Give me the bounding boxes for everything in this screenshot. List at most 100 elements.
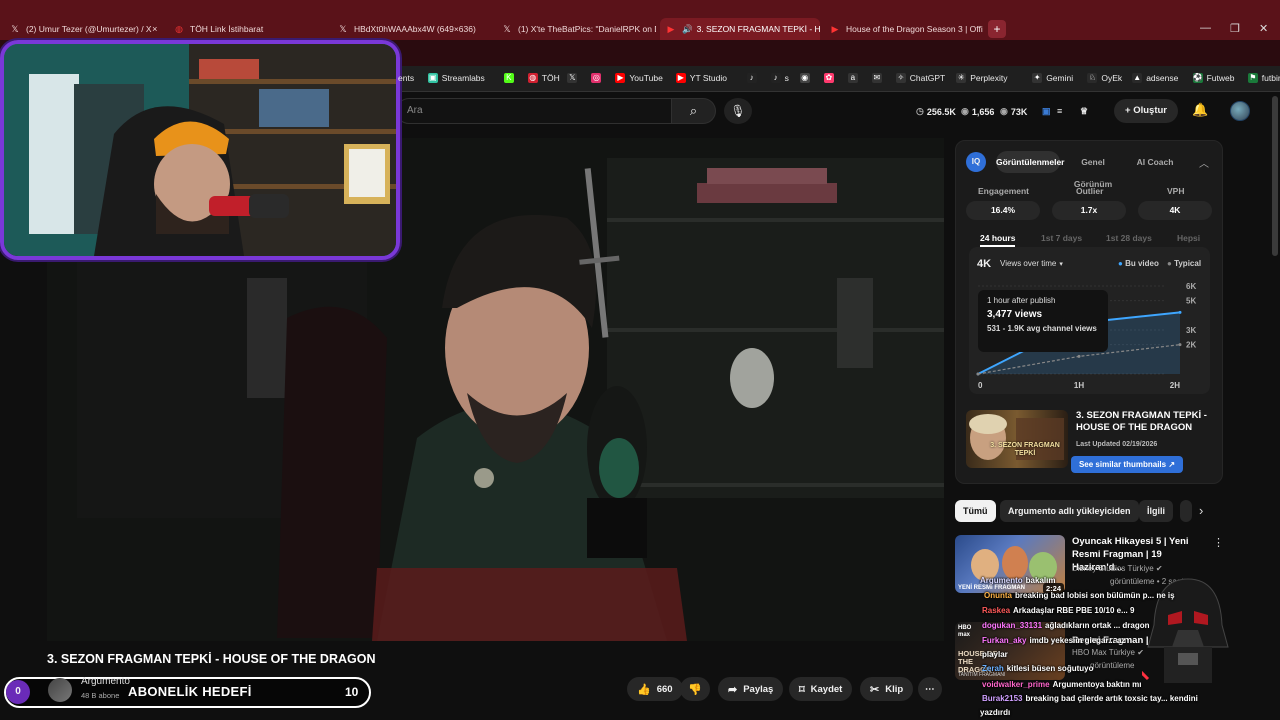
bookmark-item[interactable]: ⚽ Futweb xyxy=(1192,73,1234,83)
thumbs-up-icon: 👍 xyxy=(637,683,651,696)
thumbs-down-icon: 👎 xyxy=(688,683,702,696)
minimize-icon[interactable]: — xyxy=(1200,22,1211,34)
metric-label: Outlier xyxy=(1076,186,1104,196)
bookmark-item[interactable]: ▶ YouTube xyxy=(615,73,663,83)
tooltip-avg: 531 - 1.9K avg channel views xyxy=(987,324,1097,333)
chip-related[interactable]: İlgili xyxy=(1139,500,1173,522)
clip-button[interactable]: ✂ Klip xyxy=(860,677,914,701)
bookmark-item[interactable]: ▲ adsense xyxy=(1132,73,1178,83)
bookmark-item[interactable]: ◍ TÖH xyxy=(527,73,560,83)
goal-end-value: 10 xyxy=(345,685,359,699)
bookmark-item[interactable]: ✳ Perplexity xyxy=(956,73,1008,83)
time-tab-24h[interactable]: 24 hours xyxy=(980,233,1016,247)
browser-tab[interactable]: ▶ House of the Dragon Season 3 | Offi xyxy=(824,18,984,40)
tab-views[interactable]: Görüntülenmeler xyxy=(996,151,1064,173)
chat-message: Onunta breaking bad lobisi son bülümün p.… xyxy=(984,591,1175,600)
time-tab-7d[interactable]: 1st 7 days xyxy=(1041,233,1082,243)
video-thumbnail[interactable]: 3. SEZON FRAGMAN TEPKİ xyxy=(966,410,1068,468)
chart-y-tick-label: 2K xyxy=(1186,341,1196,350)
x-logo-icon: 𝕏 xyxy=(11,24,19,34)
share-button[interactable]: ➦ Paylaş xyxy=(718,677,784,701)
chart-point xyxy=(976,372,980,376)
hbo-max-badge: HBO max xyxy=(958,625,972,638)
list-icon[interactable]: ≡ xyxy=(1057,106,1062,116)
browser-tab[interactable]: ◍ TÖH Link İstihbarat xyxy=(168,18,328,40)
new-tab-button[interactable]: + xyxy=(988,20,1006,38)
tab-overview[interactable]: Genel Görünüm xyxy=(1061,151,1125,189)
dislike-button[interactable]: 👎 xyxy=(680,677,710,701)
trophy-icon[interactable]: ♕ xyxy=(1080,106,1088,117)
collapse-icon[interactable]: ︿ xyxy=(1199,155,1209,170)
bookmark-favicon-icon: ✳ xyxy=(956,73,967,83)
chip-from-uploader[interactable]: Argumento adlı yükleyiciden xyxy=(1000,500,1139,522)
bookmark-icon: ⌑ xyxy=(799,683,805,696)
bookmark-item[interactable]: ♪ s xyxy=(770,73,789,83)
page-scrollbar[interactable] xyxy=(1272,96,1278,256)
chip-all[interactable]: Tümü xyxy=(955,500,996,522)
browser-tab-active[interactable]: ▶ 🔊 3. SEZON FRAGMAN TEPKİ - H × xyxy=(660,18,820,40)
toh-icon: ◍ xyxy=(175,24,183,34)
browser-tab[interactable]: 𝕏 (2) Umur Tezer (@Umurtezer) / X × xyxy=(4,18,164,40)
tooltip-time: 1 hour after publish xyxy=(987,296,1056,305)
share-arrow-icon: ➦ xyxy=(728,683,738,696)
see-similar-thumbnails-button[interactable]: See similar thumbnails ↗ xyxy=(1071,456,1183,473)
bookmark-item[interactable]: ⚑futbin xyxy=(1247,73,1280,83)
bookmark-item[interactable]: ents xyxy=(398,73,414,83)
browser-tab[interactable]: 𝕏 HBdXt0hWAAAbx4W (649×636) xyxy=(332,18,492,40)
bookmark-favicon-icon: ▶ xyxy=(675,73,686,83)
chart-range-dropdown[interactable]: Views over time ▾ xyxy=(1000,259,1063,268)
notifications-icon[interactable]: 🔔 xyxy=(1192,102,1208,118)
recommendation-channel[interactable]: Disney Studios Türkiye ✔ xyxy=(1072,564,1163,573)
more-vertical-icon[interactable]: ⋮ xyxy=(1213,536,1224,549)
bookmark-favicon-icon: ⚽ xyxy=(1192,73,1203,83)
search-input[interactable]: Ara xyxy=(396,98,672,124)
chart-x-tick-label: 0 xyxy=(978,381,983,388)
bookmark-item[interactable]: ♘ OyEk xyxy=(1087,73,1122,83)
vidiq-icon[interactable]: ▣ xyxy=(1042,106,1051,117)
bookmark-favicon-icon: ◎ xyxy=(591,73,602,83)
bookmark-item[interactable]: 𝕏 xyxy=(567,73,581,83)
close-window-icon[interactable]: ✕ xyxy=(1259,22,1268,35)
chevron-right-icon[interactable]: › xyxy=(1199,503,1203,518)
create-button[interactable]: + Oluştur xyxy=(1114,99,1178,123)
bookmark-item[interactable]: a xyxy=(847,73,862,83)
bookmark-item[interactable]: ♪ xyxy=(746,73,761,83)
bookmark-item[interactable]: ✉ xyxy=(871,73,886,83)
bookmark-item[interactable]: K xyxy=(503,73,518,83)
like-button[interactable]: 👍 660 xyxy=(627,677,683,701)
bookmark-item[interactable]: ◎ xyxy=(591,73,605,83)
chart-x-tick-label: 1H xyxy=(1074,381,1084,388)
metric-label: VPH xyxy=(1167,186,1185,196)
bookmark-favicon-icon: ◍ xyxy=(527,73,538,83)
youtube-icon: ▶ xyxy=(831,24,839,34)
close-tab-icon[interactable]: × xyxy=(152,24,158,34)
maximize-icon[interactable]: ❐ xyxy=(1230,22,1240,35)
avatar[interactable] xyxy=(1230,101,1250,121)
more-actions-button[interactable]: ⋯ xyxy=(918,677,942,701)
eye-icon: ◉ xyxy=(961,106,969,116)
metric-value: 16.4% xyxy=(966,201,1040,220)
chart-point xyxy=(1178,343,1182,347)
chart-y-tick-label: 5K xyxy=(1186,297,1196,306)
chart-point xyxy=(1077,354,1081,358)
time-tab-28d[interactable]: 1st 28 days xyxy=(1106,233,1152,243)
channel-name[interactable]: Argumento xyxy=(81,676,130,687)
time-tab-all[interactable]: Hepsi xyxy=(1177,233,1200,243)
chip-partial[interactable] xyxy=(1180,500,1192,522)
chat-message: Zerah kitlesi büsen soğutuyo xyxy=(982,664,1094,673)
browser-tab[interactable]: 𝕏 (1) X'te TheBatPics: "DanielRPK on D xyxy=(496,18,656,40)
tab-ai-coach[interactable]: AI Coach xyxy=(1127,151,1183,173)
bookmark-item[interactable]: ▶ YT Studio xyxy=(675,73,727,83)
bookmark-item[interactable]: ▣ Streamlabs xyxy=(427,73,485,83)
bookmark-item[interactable]: ✦ Gemini xyxy=(1032,73,1073,83)
save-button[interactable]: ⌑ Kaydet xyxy=(789,677,853,701)
metric-value: 4K xyxy=(1138,201,1212,220)
channel-avatar[interactable] xyxy=(48,678,72,702)
recommendation-channel[interactable]: HBO Max Türkiye ✔ xyxy=(1072,648,1144,657)
bookmark-item[interactable]: ◉ xyxy=(799,73,814,83)
bookmark-item[interactable]: ✧ ChatGPT xyxy=(895,73,945,83)
bookmark-item[interactable]: ✿ xyxy=(823,73,838,83)
search-button[interactable]: ⌕ xyxy=(672,98,716,124)
header-stat: ◉ 1,656 xyxy=(961,106,995,117)
voice-search-button[interactable]: 🎙 xyxy=(724,98,752,124)
